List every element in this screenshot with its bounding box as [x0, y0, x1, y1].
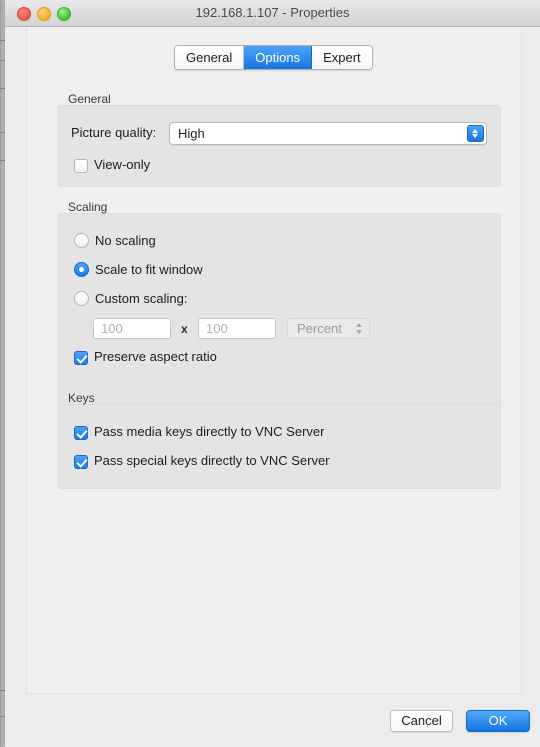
picture-quality-value: High [178, 126, 205, 141]
properties-dialog-window: 192.168.1.107 - Properties General Optio… [5, 0, 540, 747]
pass-media-keys-checkbox[interactable] [74, 426, 88, 440]
window-title: 192.168.1.107 - Properties [195, 5, 350, 20]
group-keys-label: Keys [68, 391, 95, 405]
view-only-label: View-only [94, 157, 151, 172]
preserve-aspect-ratio-checkbox[interactable] [74, 351, 88, 365]
tab-options[interactable]: Options [244, 46, 313, 69]
radio-no-scaling-label: No scaling [95, 233, 156, 248]
picture-quality-label: Picture quality: [71, 125, 157, 140]
ok-button[interactable]: OK [466, 710, 530, 732]
custom-scaling-unit-value: Percent [297, 321, 342, 336]
view-only-checkbox[interactable] [74, 159, 88, 173]
custom-scaling-height-placeholder: 100 [206, 321, 228, 336]
chevron-up-icon [356, 323, 362, 327]
radio-custom-scaling[interactable] [74, 291, 89, 306]
dimension-separator: x [181, 322, 188, 336]
pass-special-keys-checkbox[interactable] [74, 455, 88, 469]
picture-quality-select[interactable]: High [169, 122, 487, 145]
group-scaling-label: Scaling [68, 200, 108, 214]
preserve-aspect-ratio-label: Preserve aspect ratio [94, 349, 217, 364]
custom-scaling-unit-select[interactable]: Percent [287, 318, 370, 339]
radio-scale-to-fit-window-label: Scale to fit window [95, 262, 203, 277]
title-bar[interactable]: 192.168.1.107 - Properties [5, 0, 540, 27]
custom-scaling-width-input[interactable]: 100 [93, 318, 171, 339]
custom-scaling-height-input[interactable]: 100 [198, 318, 276, 339]
tab-general[interactable]: General [175, 46, 245, 69]
chevron-down-icon [356, 330, 362, 334]
pass-special-keys-label: Pass special keys directly to VNC Server [94, 453, 330, 468]
group-general [58, 105, 501, 187]
radio-no-scaling[interactable] [74, 233, 89, 248]
dialog-body: General Options Expert General Picture q… [5, 27, 540, 747]
group-general-label: General [68, 92, 111, 106]
tab-expert[interactable]: Expert [312, 46, 372, 69]
radio-custom-scaling-label: Custom scaling: [95, 291, 188, 306]
pass-media-keys-label: Pass media keys directly to VNC Server [94, 424, 325, 439]
tab-bar: General Options Expert [174, 45, 373, 70]
stepper-up-down-icon[interactable] [467, 125, 484, 142]
radio-scale-to-fit-window[interactable] [74, 262, 89, 277]
custom-scaling-width-placeholder: 100 [101, 321, 123, 336]
group-keys [58, 404, 501, 489]
cancel-button[interactable]: Cancel [390, 710, 453, 732]
